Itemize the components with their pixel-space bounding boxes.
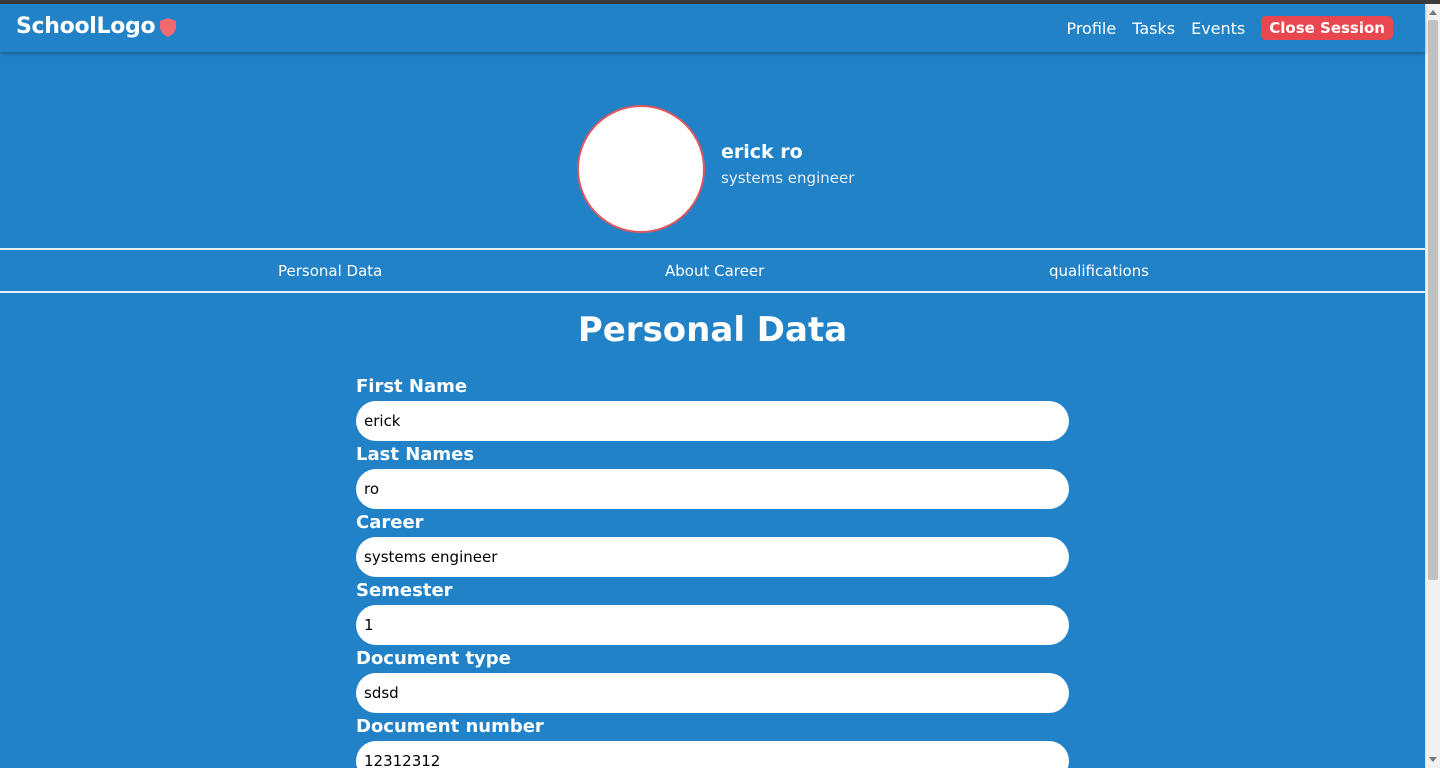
document-number-label: Document number xyxy=(356,716,544,737)
semester-label: Semester xyxy=(356,580,453,601)
semester-input[interactable] xyxy=(356,605,1069,645)
career-field-group: Career xyxy=(356,512,1069,580)
first-name-input[interactable] xyxy=(356,401,1069,441)
profile-tabs: Personal Data About Career qualification… xyxy=(0,248,1425,293)
document-type-label: Document type xyxy=(356,648,511,669)
career-input[interactable] xyxy=(356,537,1069,577)
career-label: Career xyxy=(356,512,424,533)
last-names-label: Last Names xyxy=(356,444,475,465)
profile-card: erick ro systems engineer xyxy=(577,105,854,233)
nav-tasks-link[interactable]: Tasks xyxy=(1132,19,1175,38)
shield-icon xyxy=(157,16,179,38)
section-title: Personal Data xyxy=(577,310,848,350)
navbar: SchoolLogo Profile Tasks Events Close Se… xyxy=(0,4,1425,52)
document-type-field-group: Document type xyxy=(356,648,1069,716)
personal-data-form: First Name Last Names Career Semester Do… xyxy=(356,376,1069,768)
scroll-up-arrow-icon[interactable] xyxy=(1429,10,1437,15)
brand-text: SchoolLogo xyxy=(16,14,156,39)
last-names-input[interactable] xyxy=(356,469,1069,509)
nav-events-link[interactable]: Events xyxy=(1191,19,1245,38)
scrollbar-thumb[interactable] xyxy=(1428,20,1438,580)
document-type-input[interactable] xyxy=(356,673,1069,713)
profile-info: erick ro systems engineer xyxy=(721,141,854,187)
document-number-field-group: Document number xyxy=(356,716,1069,768)
first-name-label: First Name xyxy=(356,376,468,397)
last-names-field-group: Last Names xyxy=(356,444,1069,512)
first-name-field-group: First Name xyxy=(356,376,1069,444)
nav-profile-link[interactable]: Profile xyxy=(1066,19,1116,38)
close-session-button[interactable]: Close Session xyxy=(1261,16,1393,40)
scroll-down-arrow-icon[interactable] xyxy=(1429,757,1437,762)
document-number-input[interactable] xyxy=(356,741,1069,768)
profile-career: systems engineer xyxy=(721,169,855,187)
avatar xyxy=(577,105,705,233)
tab-about-career[interactable]: About Career xyxy=(665,262,764,280)
nav-links: Profile Tasks Events Close Session xyxy=(1050,16,1393,40)
profile-name: erick ro xyxy=(721,141,803,163)
page-scrollbar[interactable] xyxy=(1425,4,1440,768)
brand-logo[interactable]: SchoolLogo xyxy=(16,14,179,39)
tab-qualifications[interactable]: qualifications xyxy=(1049,262,1149,280)
semester-field-group: Semester xyxy=(356,580,1069,648)
tab-personal-data[interactable]: Personal Data xyxy=(278,262,382,280)
